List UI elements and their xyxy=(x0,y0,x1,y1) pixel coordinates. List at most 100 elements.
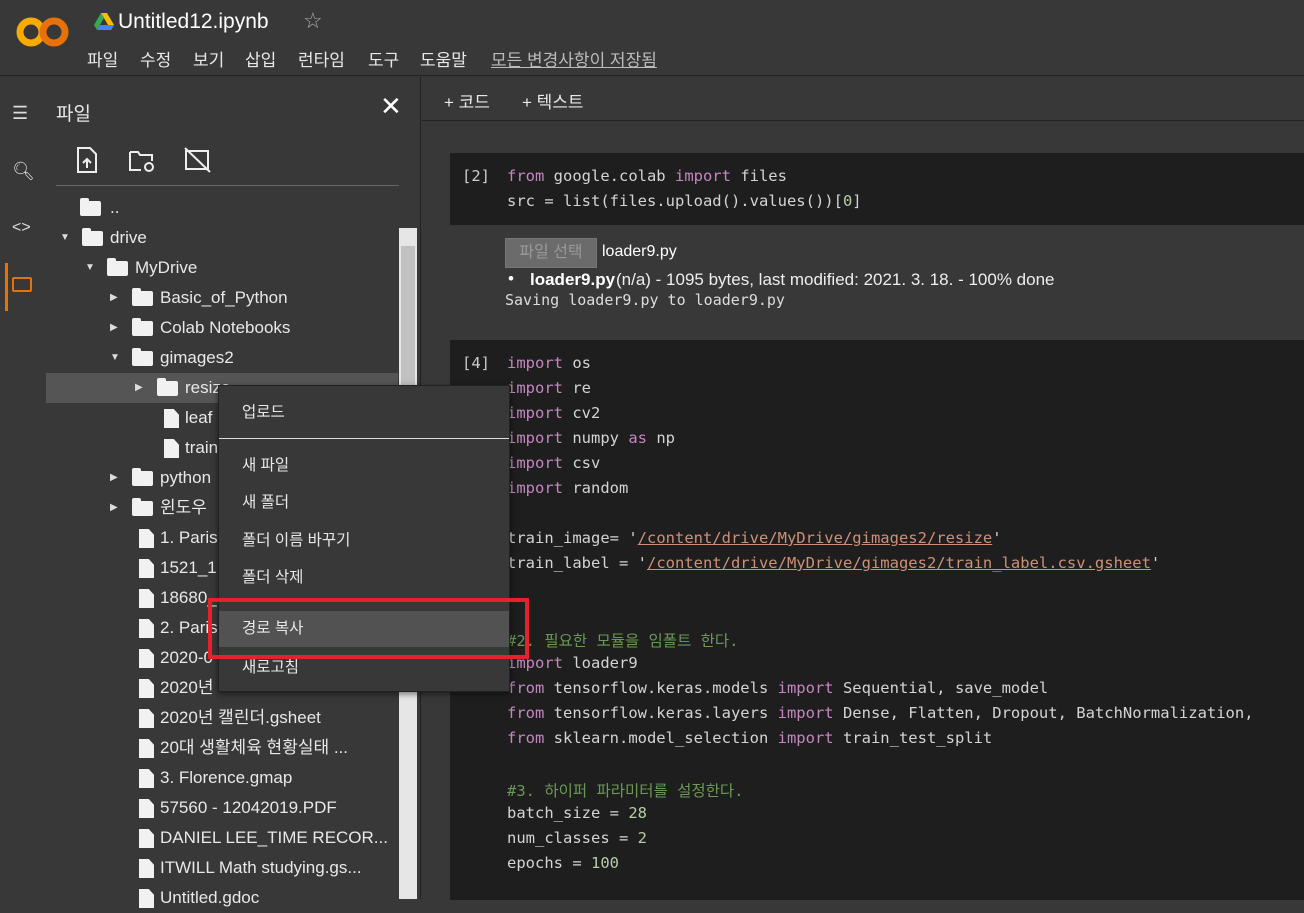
tree-item[interactable]: 3. Florence.gmap xyxy=(46,763,398,793)
menu-item-upload[interactable]: 업로드 xyxy=(219,395,509,431)
file-icon xyxy=(139,679,154,698)
caret-right-icon[interactable]: ▶ xyxy=(110,493,118,523)
code-line: #2. 필요한 모듈을 임폴트 한다. xyxy=(507,629,739,651)
tree-item-label: drive xyxy=(110,228,147,247)
add-code-button[interactable]: + 코드 xyxy=(444,88,490,113)
code-line: import csv xyxy=(507,454,600,472)
code-token: from xyxy=(507,167,545,185)
tree-item-label: 20대 생활체육 현황실태 ... xyxy=(160,738,349,757)
upload-file-icon[interactable] xyxy=(76,147,98,173)
caret-right-icon[interactable]: ▶ xyxy=(110,313,118,343)
menu-file[interactable]: 파일 xyxy=(87,46,118,71)
code-token: ' xyxy=(992,529,1002,547)
tree-item[interactable]: .. xyxy=(46,193,398,223)
tree-item[interactable]: ▼ drive xyxy=(46,223,398,253)
tree-item[interactable]: ITWILL Math studying.gs... xyxy=(46,853,398,883)
tree-item[interactable]: Untitled.gdoc xyxy=(46,883,398,913)
google-drive-icon xyxy=(94,13,114,30)
tree-item-label: 1. Paris xyxy=(160,528,218,547)
saving-text: Saving loader9.py to loader9.py xyxy=(505,291,785,309)
tree-item-label: 1521_1 xyxy=(160,558,217,577)
tree-item[interactable]: 2020년 캘린더.gsheet xyxy=(46,703,398,733)
file-icon xyxy=(164,409,179,428)
caret-down-icon[interactable]: ▼ xyxy=(85,253,95,283)
menu-item-new-folder[interactable]: 새 폴더 xyxy=(219,485,509,521)
menu-view[interactable]: 보기 xyxy=(193,46,224,71)
caret-right-icon[interactable]: ▶ xyxy=(135,373,143,403)
code-token: #3. 하이퍼 파라미터를 설정한다. xyxy=(507,782,744,800)
menu-item-new-file[interactable]: 새 파일 xyxy=(219,448,509,484)
menu-help[interactable]: 도움말 xyxy=(420,46,467,71)
close-icon[interactable]: ✕ xyxy=(380,91,402,122)
menu-item-delete-folder[interactable]: 폴더 삭제 xyxy=(219,560,509,596)
menu-edit[interactable]: 수정 xyxy=(140,46,171,71)
colab-logo[interactable] xyxy=(16,14,70,50)
caret-down-icon[interactable]: ▼ xyxy=(110,343,120,373)
add-text-button[interactable]: + 텍스트 xyxy=(522,88,584,113)
notebook-title[interactable]: Untitled12.ipynb xyxy=(118,10,269,34)
code-token: csv xyxy=(563,454,601,472)
parent-folder-icon xyxy=(80,198,101,216)
execution-count: [2] xyxy=(462,167,490,185)
code-snippets-icon[interactable]: <> xyxy=(12,219,31,237)
menu-tools[interactable]: 도구 xyxy=(368,46,399,71)
scrollbar-thumb[interactable] xyxy=(401,246,415,386)
tree-item-label: 윈도우 xyxy=(160,498,207,517)
file-icon xyxy=(139,649,154,668)
save-status[interactable]: 모든 변경사항이 저장됨 xyxy=(491,46,657,71)
code-line: import re xyxy=(507,379,591,397)
menu-insert[interactable]: 삽입 xyxy=(245,46,276,71)
file-icon xyxy=(139,559,154,578)
code-token: numpy xyxy=(563,429,629,447)
active-indicator xyxy=(5,263,8,311)
file-icon xyxy=(139,769,154,788)
file-icon xyxy=(139,739,154,758)
tree-item-label: train xyxy=(185,438,219,457)
menu-separator xyxy=(219,438,509,439)
code-token: from xyxy=(507,679,545,697)
caret-down-icon[interactable]: ▼ xyxy=(60,223,70,253)
chosen-file: loader9.py xyxy=(602,243,677,260)
tree-item-label: 3. Florence.gmap xyxy=(160,768,293,787)
bullet: • xyxy=(508,269,514,288)
tree-item-label: 57560 - 12042019.PDF xyxy=(160,798,337,817)
star-icon[interactable]: ☆ xyxy=(303,8,323,34)
tree-item[interactable]: ▶ Colab Notebooks xyxy=(46,313,398,343)
code-token: batch_size = xyxy=(507,804,629,822)
tree-item[interactable]: ▼ MyDrive xyxy=(46,253,398,283)
tree-item[interactable]: ▼ gimages2 xyxy=(46,343,398,373)
tree-item[interactable]: 57560 - 12042019.PDF xyxy=(46,793,398,823)
toc-icon[interactable]: ☰ xyxy=(12,103,28,124)
folder-icon xyxy=(107,258,128,276)
code-line: from tensorflow.keras.models import Sequ… xyxy=(507,679,1048,697)
code-token: num_classes = xyxy=(507,829,638,847)
folder-icon[interactable] xyxy=(12,277,32,292)
choose-file-button[interactable]: 파일 선택 xyxy=(505,238,597,268)
search-icon[interactable]: 🔍︎ xyxy=(12,161,35,182)
code-token: google.colab xyxy=(544,167,675,185)
tree-item-label: leaf xyxy=(185,408,213,427)
tree-item[interactable]: 20대 생활체육 현황실태 ... xyxy=(46,733,398,763)
folder-icon xyxy=(132,318,153,336)
code-token: cv2 xyxy=(563,404,601,422)
code-cell[interactable]: [2] from google.colab import files src = l… xyxy=(450,153,1304,225)
refresh-folder-icon[interactable] xyxy=(128,149,156,173)
menu-runtime[interactable]: 런타임 xyxy=(298,46,345,71)
code-token: Dense, Flatten, Dropout, BatchNormalizat… xyxy=(833,704,1254,722)
code-line: import random xyxy=(507,479,628,497)
tree-item-label: ITWILL Math studying.gs... xyxy=(160,858,362,877)
unmount-drive-icon[interactable] xyxy=(184,147,212,173)
menu-item-rename-folder[interactable]: 폴더 이름 바꾸기 xyxy=(219,523,509,559)
caret-right-icon[interactable]: ▶ xyxy=(110,283,118,313)
code-token: import xyxy=(507,429,563,447)
tree-item[interactable]: DANIEL LEE_TIME RECOR... xyxy=(46,823,398,853)
side-rail: ☰ 🔍︎ <> xyxy=(0,77,46,899)
caret-right-icon[interactable]: ▶ xyxy=(110,463,118,493)
code-token: #2. 필요한 모듈을 임폴트 한다. xyxy=(507,632,739,650)
code-token: import xyxy=(507,404,563,422)
code-line: from tensorflow.keras.layers import Dens… xyxy=(507,704,1254,722)
code-line: import numpy as np xyxy=(507,429,675,447)
code-token: /content/drive/MyDrive/gimages2/train_la… xyxy=(646,554,1151,572)
tree-item[interactable]: ▶ Basic_of_Python xyxy=(46,283,398,313)
code-cell[interactable]: [4] import os import re import cv2 import nu… xyxy=(450,340,1304,900)
